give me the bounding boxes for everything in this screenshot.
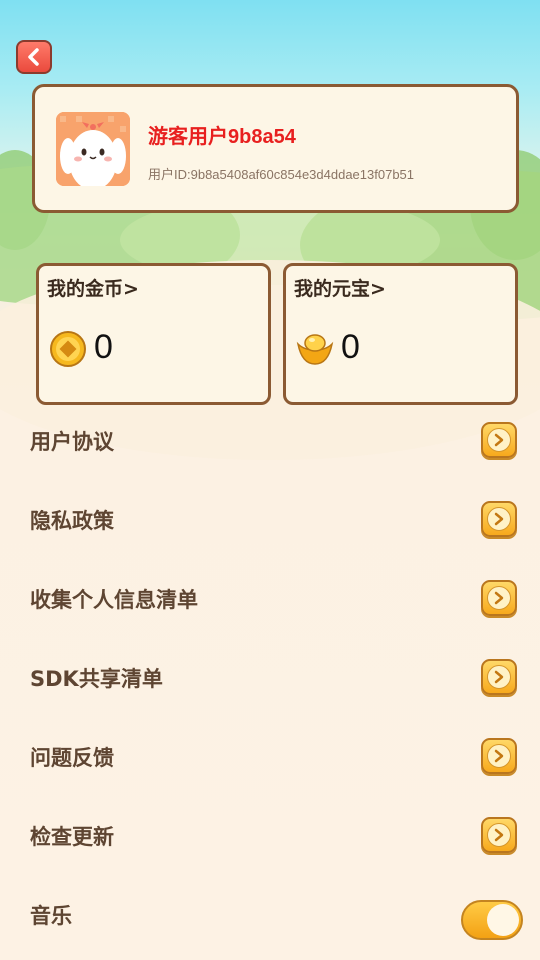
- chevron-right-icon: [494, 591, 504, 605]
- ingots-card[interactable]: 我的元宝> 0: [283, 263, 518, 405]
- ingots-value: 0: [341, 328, 360, 366]
- menu-item-label: 音乐: [30, 904, 72, 928]
- menu-item-sdk-sharing-list[interactable]: SDK共享清单: [0, 639, 540, 718]
- coins-title: 我的金币>: [47, 278, 139, 300]
- menu-item-music: 音乐: [0, 876, 540, 955]
- menu-item-check-update[interactable]: 检查更新: [0, 797, 540, 876]
- chevron-right-button[interactable]: [481, 738, 517, 774]
- chevron-right-icon: [494, 670, 504, 684]
- menu-item-label: SDK共享清单: [30, 667, 163, 691]
- chevron-right-button[interactable]: [481, 501, 517, 537]
- menu-item-label: 问题反馈: [30, 746, 114, 770]
- gold-ingot-icon: [296, 334, 334, 365]
- bunny-avatar-icon: [56, 112, 130, 186]
- gold-coin-icon: [50, 331, 86, 367]
- profile-card: 游客用户9b8a54 用户ID:9b8a5408af60c854e3d4ddae…: [32, 84, 519, 213]
- menu-item-personal-info-list[interactable]: 收集个人信息清单: [0, 560, 540, 639]
- ingots-title: 我的元宝>: [294, 278, 386, 300]
- chevron-right-icon: [494, 828, 504, 842]
- avatar[interactable]: [56, 112, 130, 186]
- chevron-left-icon: [28, 48, 39, 66]
- user-id: 用户ID:9b8a5408af60c854e3d4ddae13f07b51: [148, 167, 415, 182]
- menu-item-user-agreement[interactable]: 用户协议: [0, 402, 540, 481]
- chevron-right-icon: [494, 749, 504, 763]
- chevron-right-button[interactable]: [481, 817, 517, 853]
- chevron-right-button[interactable]: [481, 422, 517, 458]
- menu-item-label: 用户协议: [30, 430, 114, 454]
- menu-item-feedback[interactable]: 问题反馈: [0, 718, 540, 797]
- coins-card[interactable]: 我的金币> 0: [36, 263, 271, 405]
- menu-item-label: 收集个人信息清单: [30, 588, 198, 612]
- menu-item-label: 检查更新: [30, 825, 114, 849]
- username: 游客用户9b8a54: [148, 126, 296, 148]
- coins-value: 0: [94, 328, 113, 366]
- chevron-right-button[interactable]: [481, 580, 517, 616]
- menu-item-label: 隐私政策: [30, 509, 114, 533]
- menu-item-privacy-policy[interactable]: 隐私政策: [0, 481, 540, 560]
- back-button[interactable]: [16, 40, 52, 74]
- chevron-right-icon: [494, 433, 504, 447]
- music-toggle[interactable]: [461, 900, 523, 940]
- chevron-right-icon: [494, 512, 504, 526]
- chevron-right-button[interactable]: [481, 659, 517, 695]
- toggle-knob: [487, 904, 519, 936]
